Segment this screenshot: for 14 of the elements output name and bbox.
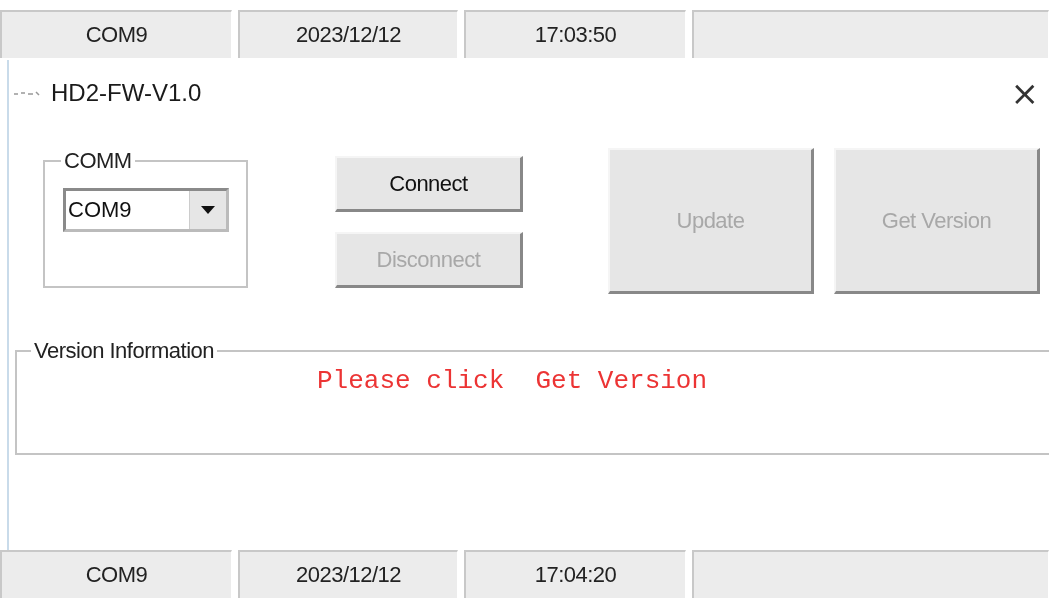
group-label: Version Information [33,338,216,364]
status-panel: 17:03:50 [464,10,686,58]
status-panel: COM9 [0,10,232,58]
window-title: HD2-FW-V1.0 [51,79,202,107]
connect-button[interactable]: Connect [335,156,523,212]
status-message: Please click Get Version [317,366,708,396]
status-panel: 2023/12/12 [238,10,458,58]
status-panel: 2023/12/12 [238,550,458,598]
group-label: COMM [63,148,133,174]
status-panel: COM9 [0,550,232,598]
close-button[interactable]: × [1006,76,1043,110]
status-panel: 17:04:20 [464,550,686,598]
caret-icon [201,206,215,214]
port-dropdown[interactable]: COM9 [63,188,229,232]
